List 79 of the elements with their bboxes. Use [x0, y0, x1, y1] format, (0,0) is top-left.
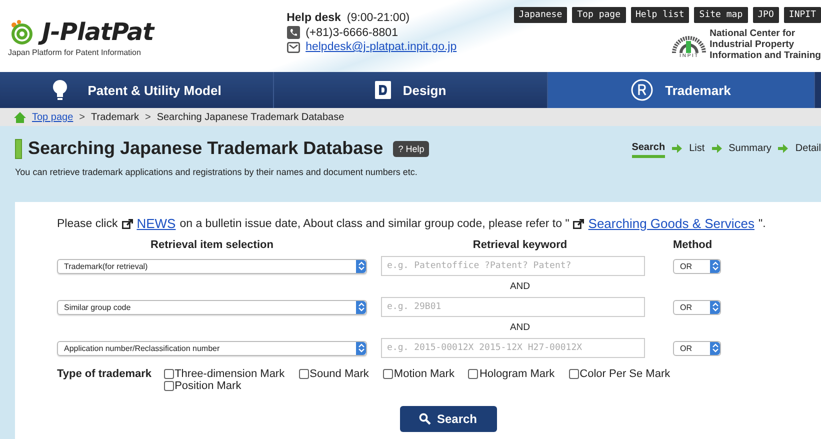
- checkbox[interactable]: [164, 381, 174, 391]
- search-icon: [418, 413, 431, 425]
- item-select[interactable]: Similar group code: [57, 300, 367, 314]
- design-icon: [374, 81, 391, 99]
- top-link-button[interactable]: Top page: [572, 7, 626, 23]
- checkbox-option[interactable]: Sound Mark: [298, 368, 369, 380]
- helpdesk-label: Help desk: [286, 12, 341, 24]
- caret-icon: [710, 300, 720, 314]
- checkbox-option[interactable]: Color Per Se Mark: [568, 368, 670, 380]
- checkbox[interactable]: [298, 369, 309, 379]
- org-name-line: Information and Training: [710, 50, 821, 61]
- method-select[interactable]: OR: [673, 258, 721, 274]
- search-button[interactable]: Search: [400, 406, 496, 432]
- checkbox[interactable]: [568, 369, 579, 379]
- method-select[interactable]: OR: [673, 340, 721, 356]
- nav-tab[interactable]: Trademark: [548, 72, 815, 108]
- method-select[interactable]: OR: [673, 300, 721, 314]
- item-select[interactable]: Trademark(for retrieval): [57, 258, 367, 274]
- caret-icon: [710, 342, 720, 354]
- and-label: AND: [508, 281, 532, 292]
- and-label: AND: [508, 322, 532, 333]
- checkbox-option[interactable]: Three-dimension Mark: [164, 368, 285, 380]
- page-description: You can retrieve trademark applications and registrations by their names and document numbers etc.: [15, 167, 418, 177]
- top-link-button[interactable]: INPIT: [784, 7, 821, 23]
- news-link[interactable]: NEWS: [136, 216, 176, 231]
- keyword-input[interactable]: e.g. Patentoffice ?Patent? Patent?: [381, 256, 645, 276]
- top-link-button[interactable]: Site map: [694, 7, 748, 23]
- checkbox-option[interactable]: Position Mark: [164, 380, 242, 392]
- column-header: Retrieval keyword: [472, 239, 568, 251]
- title-marker-icon: [15, 138, 22, 158]
- breadcrumb-separator: >: [144, 112, 151, 122]
- org-name-line: Industrial Property: [710, 39, 796, 50]
- phone-number: (+81)3-6666-8801: [306, 26, 398, 38]
- step-label: Detail: [795, 142, 821, 156]
- caret-icon: [356, 260, 366, 272]
- checkbox-option[interactable]: Motion Mark: [382, 368, 454, 380]
- trademark-type-label: Type of trademark: [57, 368, 152, 382]
- step-label: Search: [632, 140, 666, 158]
- step-label: Summary: [728, 142, 772, 156]
- top-link-button[interactable]: Help list: [630, 7, 690, 23]
- arrow-icon: [672, 144, 682, 153]
- help-button[interactable]: ? Help: [393, 140, 430, 156]
- caret-icon: [356, 342, 366, 354]
- email-link[interactable]: helpdesk@j-platpat.inpit.go.jp: [306, 41, 457, 53]
- top-link-button[interactable]: JPO: [752, 7, 779, 23]
- external-link-icon: [573, 218, 584, 228]
- caret-icon: [356, 300, 366, 314]
- breadcrumb-item: Trademark: [91, 112, 139, 122]
- org-name-line: National Center for: [710, 28, 796, 39]
- breadcrumb-item: Searching Japanese Trademark Database: [156, 112, 344, 122]
- column-header: Method: [673, 239, 714, 251]
- lightbulb-icon: [52, 79, 68, 101]
- checkbox[interactable]: [468, 369, 478, 379]
- breadcrumb-separator: >: [79, 112, 85, 122]
- keyword-input[interactable]: e.g. 2015-00012X 2015-12X H27-00012X: [381, 338, 645, 358]
- registered-icon: [631, 79, 654, 101]
- external-link-icon: [122, 218, 133, 228]
- caret-icon: [710, 260, 720, 272]
- step-label: List: [689, 142, 705, 156]
- notice-text: ".: [758, 218, 766, 230]
- goods-services-link[interactable]: Searching Goods & Services: [588, 216, 754, 231]
- phone-icon: [286, 26, 300, 39]
- checkbox-option[interactable]: Hologram Mark: [468, 368, 555, 380]
- keyword-input[interactable]: e.g. 29B01: [381, 297, 645, 317]
- arrow-icon: [712, 144, 722, 153]
- column-header: Retrieval item selection: [150, 239, 274, 251]
- home-icon: [14, 112, 26, 122]
- notice-text: Please click: [57, 218, 118, 230]
- item-select[interactable]: Application number/Reclassification number: [57, 340, 367, 356]
- checkbox[interactable]: [164, 369, 174, 379]
- breadcrumb-link[interactable]: Top page: [32, 112, 74, 122]
- arrow-icon: [778, 144, 788, 153]
- notice-text: on a bulletin issue date, About class and similar group code, please refer to ": [180, 218, 570, 230]
- logo-subtitle: Japan Platform for Patent Information: [8, 48, 142, 57]
- checkbox[interactable]: [382, 369, 393, 379]
- top-link-button[interactable]: Japanese: [514, 7, 568, 23]
- mail-icon: [286, 42, 300, 52]
- helpdesk-hours: (9:00-21:00): [346, 12, 410, 24]
- page-title: Searching Japanese Trademark Database: [28, 138, 384, 159]
